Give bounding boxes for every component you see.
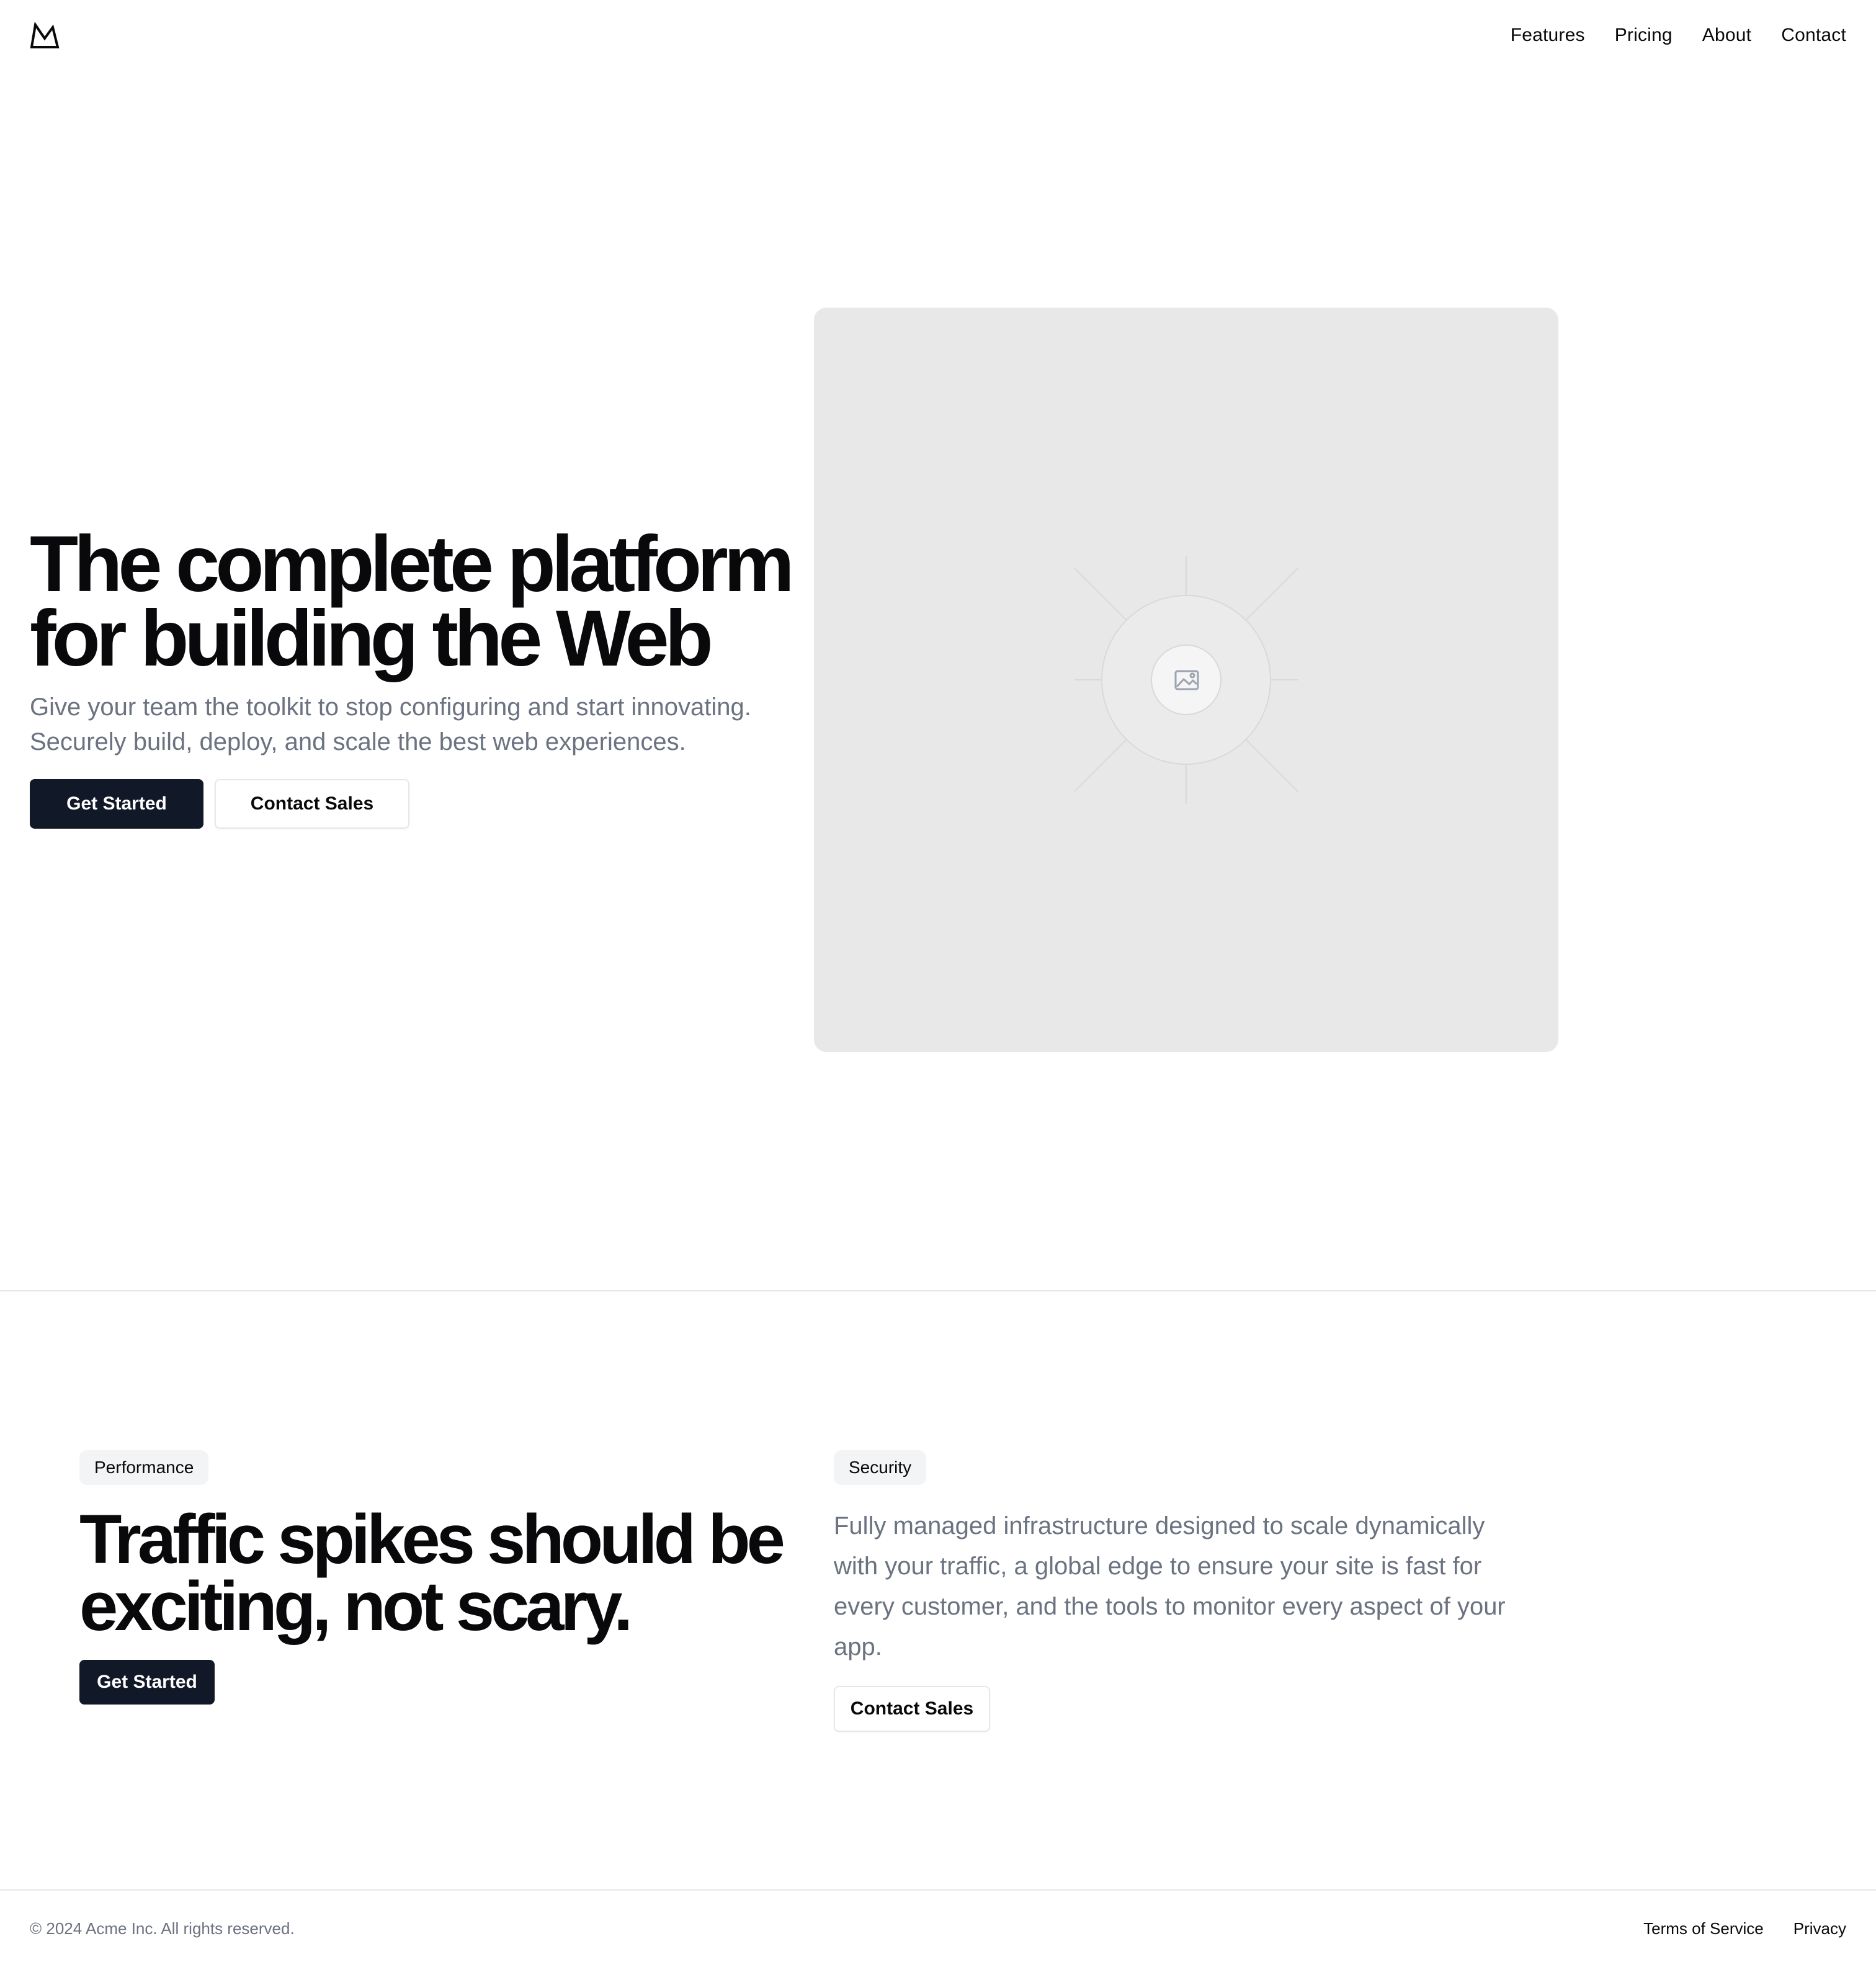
performance-badge: Performance — [79, 1450, 209, 1485]
get-started-button[interactable]: Get Started — [30, 779, 203, 829]
image-placeholder-icon — [1074, 556, 1298, 804]
nav-link-features[interactable]: Features — [1511, 25, 1585, 46]
feature-title: Traffic spikes should be exciting, not s… — [79, 1500, 785, 1645]
nav-link-about[interactable]: About — [1702, 25, 1751, 46]
feature-contact-sales-button[interactable]: Contact Sales — [834, 1686, 990, 1732]
contact-sales-button[interactable]: Contact Sales — [215, 779, 409, 829]
mountain-logo-icon[interactable] — [30, 21, 60, 48]
privacy-link[interactable]: Privacy — [1793, 1919, 1846, 1938]
nav-link-pricing[interactable]: Pricing — [1615, 25, 1673, 46]
nav-link-contact[interactable]: Contact — [1781, 25, 1846, 46]
main-nav: Features Pricing About Contact — [1511, 22, 1846, 48]
site-header: Features Pricing About Contact — [0, 0, 1876, 71]
hero-title: The complete platform for building the W… — [30, 520, 795, 683]
feature-description: Fully managed infrastructure designed to… — [834, 1512, 1506, 1660]
hero-subtitle: Give your team the toolkit to stop confi… — [30, 693, 751, 755]
terms-link[interactable]: Terms of Service — [1643, 1919, 1764, 1938]
section-divider — [0, 1290, 1876, 1291]
security-badge: Security — [834, 1450, 927, 1485]
landing-page: Features Pricing About Contact The compl… — [0, 0, 1876, 1970]
hero-image-placeholder — [814, 308, 1558, 1052]
copyright-text: © 2024 Acme Inc. All rights reserved. — [30, 1919, 295, 1938]
feature-get-started-button[interactable]: Get Started — [79, 1660, 215, 1705]
footer-nav: Terms of Service Privacy — [1643, 1919, 1846, 1938]
footer-divider — [0, 1889, 1876, 1891]
